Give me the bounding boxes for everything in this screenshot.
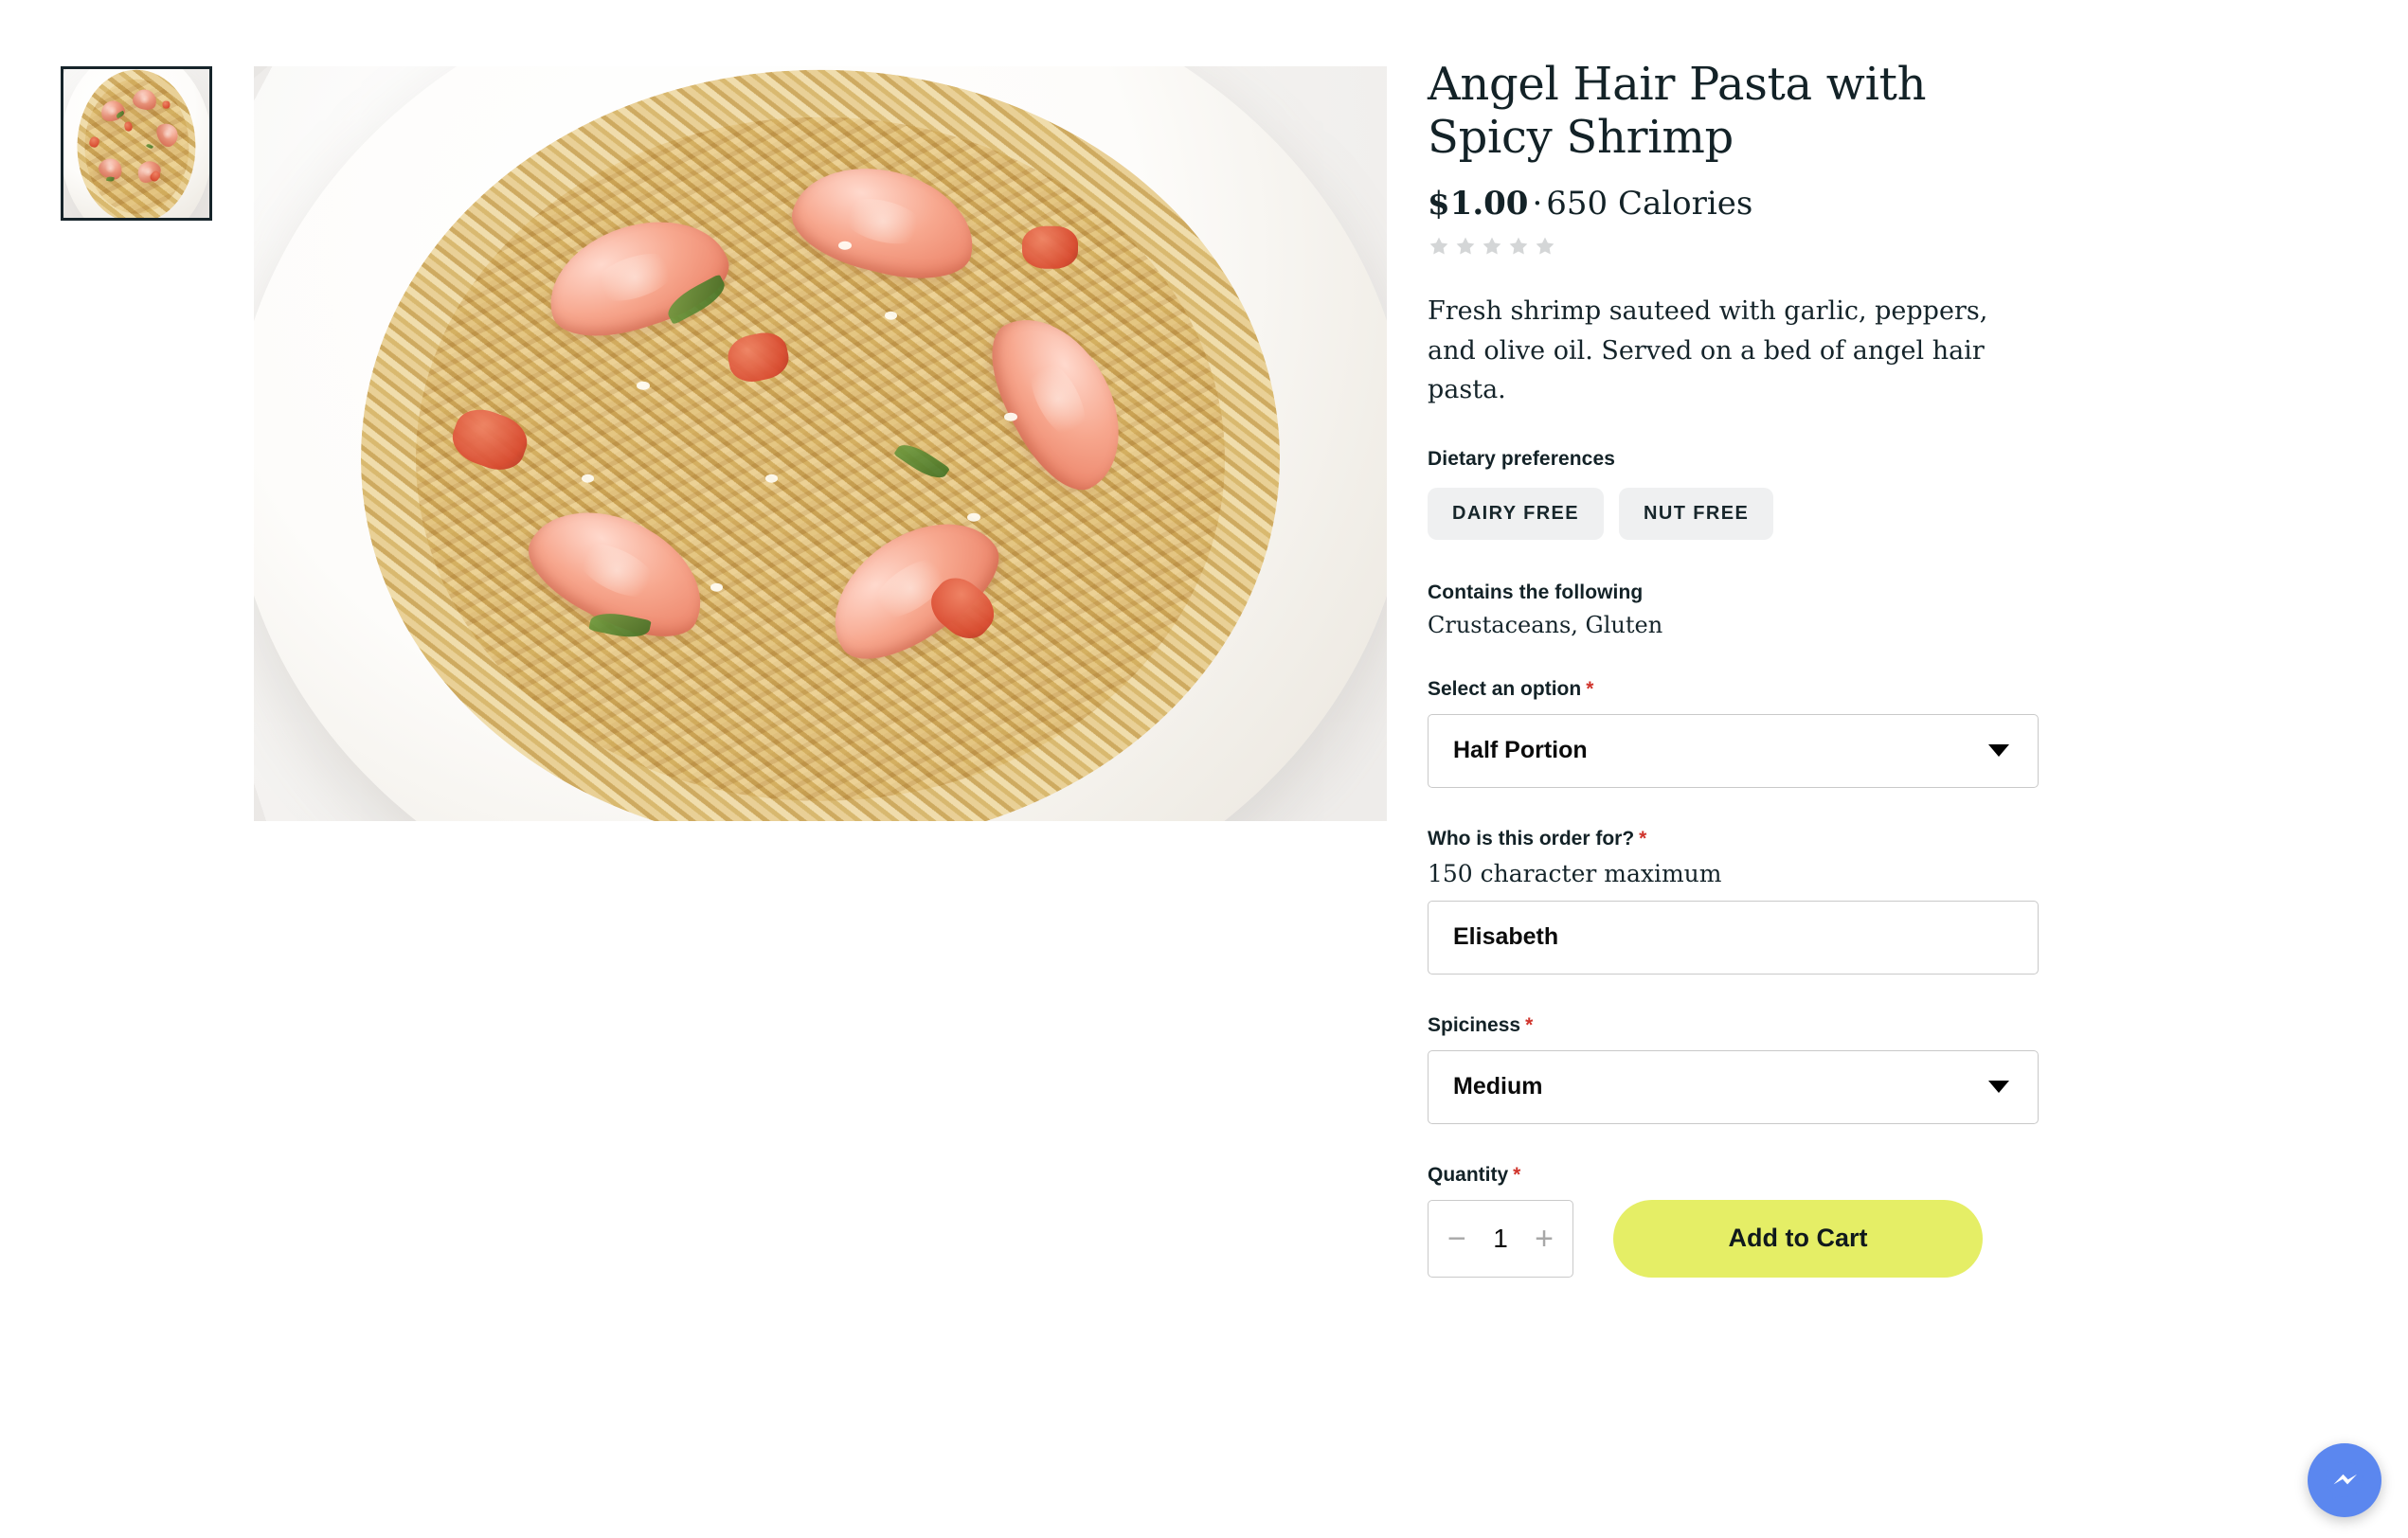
allergens-heading: Contains the following (1428, 581, 1644, 603)
order-for-label: Who is this order for? * (1428, 828, 2091, 850)
thumbnail-image (63, 69, 209, 218)
order-for-hint: 150 character maximum (1428, 859, 1722, 887)
product-gallery (0, 0, 1421, 1538)
product-description: Fresh shrimp sauteed with garlic, pepper… (1428, 296, 1988, 405)
gallery-thumbnail-1[interactable] (61, 66, 212, 221)
add-to-cart-button[interactable]: Add to Cart (1613, 1199, 1983, 1278)
messenger-icon (2326, 1461, 2363, 1500)
allergens-section: Contains the following Crustaceans, Glut… (1428, 581, 2091, 638)
thumbnail-strip (61, 66, 212, 221)
page-title: Angel Hair Pasta with Spicy Shrimp (1428, 58, 1927, 164)
dietary-tag-list: DAIRY FREE NUT FREE (1428, 487, 2091, 540)
chevron-down-icon (1988, 1081, 2009, 1094)
option-select-value: Half Portion (1453, 737, 1588, 764)
option-select[interactable]: Half Portion (1428, 713, 2039, 788)
dietary-tag-nut-free[interactable]: NUT FREE (1619, 487, 1774, 540)
required-asterisk: * (1639, 827, 1647, 849)
product-details-panel: Angel Hair Pasta with Spicy Shrimp $1.00… (1428, 0, 2091, 1278)
spiciness-label-text: Spiciness (1428, 1013, 1521, 1036)
quantity-decrease-button[interactable]: − (1446, 1223, 1468, 1255)
dietary-tag-dairy-free[interactable]: DAIRY FREE (1428, 487, 1605, 540)
star-icon[interactable] (1481, 235, 1503, 258)
field-spiciness: Spiciness * Medium (1428, 1014, 2091, 1124)
star-icon[interactable] (1534, 235, 1556, 258)
select-option-label: Select an option * (1428, 678, 2091, 701)
select-option-label-text: Select an option (1428, 677, 1582, 700)
quantity-increase-button[interactable]: + (1533, 1223, 1555, 1255)
allergens-values: Crustaceans, Gluten (1428, 611, 1663, 638)
product-calories: 650 Calories (1546, 185, 1753, 224)
required-asterisk: * (1513, 1163, 1521, 1186)
field-quantity: Quantity * − 1 + Add to Cart (1428, 1164, 2091, 1278)
price-and-calories: $1.00 · 650 Calories (1428, 185, 2091, 224)
star-icon[interactable] (1507, 235, 1530, 258)
hero-image-photo (254, 66, 1387, 821)
spiciness-select[interactable]: Medium (1428, 1049, 2039, 1124)
quantity-label-text: Quantity (1428, 1163, 1509, 1186)
spiciness-select-value: Medium (1453, 1073, 1543, 1100)
hero-image[interactable] (254, 66, 1387, 821)
required-asterisk: * (1525, 1013, 1534, 1036)
dietary-preferences-section: Dietary preferences DAIRY FREE NUT FREE (1428, 448, 2091, 540)
chevron-down-icon (1988, 744, 2009, 758)
price-separator: · (1532, 185, 1543, 224)
product-price: $1.00 (1428, 185, 1529, 224)
order-for-input[interactable] (1428, 900, 2039, 975)
quantity-label: Quantity * (1428, 1164, 2091, 1187)
star-icon[interactable] (1454, 235, 1477, 258)
dietary-preferences-heading: Dietary preferences (1428, 447, 1616, 470)
required-asterisk: * (1586, 677, 1594, 700)
rating-stars[interactable] (1428, 235, 2091, 258)
order-for-label-text: Who is this order for? (1428, 827, 1635, 849)
star-icon[interactable] (1428, 235, 1450, 258)
quantity-stepper: − 1 + (1428, 1199, 1573, 1278)
field-select-option: Select an option * Half Portion (1428, 678, 2091, 788)
messenger-chat-button[interactable] (2308, 1443, 2381, 1517)
quantity-value: 1 (1493, 1223, 1508, 1253)
spiciness-label: Spiciness * (1428, 1014, 2091, 1037)
field-order-for: Who is this order for? * 150 character ma… (1428, 828, 2091, 975)
quantity-and-submit-row: − 1 + Add to Cart (1428, 1199, 2091, 1278)
